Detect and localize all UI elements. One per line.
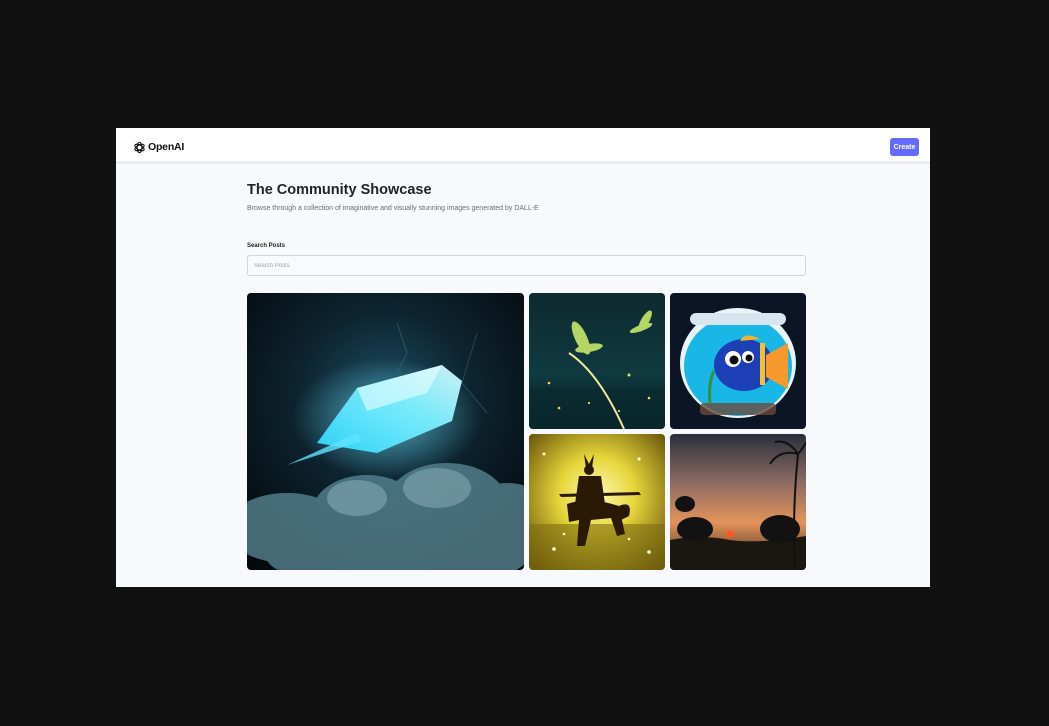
post-image <box>670 293 806 429</box>
post-card[interactable] <box>247 293 524 570</box>
post-card[interactable] <box>529 293 665 429</box>
page-title: The Community Showcase <box>247 182 432 198</box>
post-card[interactable] <box>670 293 806 429</box>
post-image <box>670 434 806 570</box>
openai-logo-icon <box>134 141 145 153</box>
post-image <box>247 293 524 570</box>
search-label: Search Posts <box>247 243 286 249</box>
logo-text: OpenAI <box>148 141 185 153</box>
header: OpenAI Create <box>116 128 930 164</box>
app-window: OpenAI Create The Community Showcase Bro… <box>116 128 930 587</box>
post-card[interactable] <box>529 434 665 570</box>
post-card[interactable] <box>670 434 806 570</box>
page-subtitle: Browse through a collection of imaginati… <box>247 205 539 212</box>
create-button[interactable]: Create <box>890 138 919 156</box>
post-image <box>529 434 665 570</box>
logo[interactable]: OpenAI <box>133 140 184 154</box>
post-image <box>529 293 665 429</box>
search-input[interactable] <box>247 255 806 276</box>
